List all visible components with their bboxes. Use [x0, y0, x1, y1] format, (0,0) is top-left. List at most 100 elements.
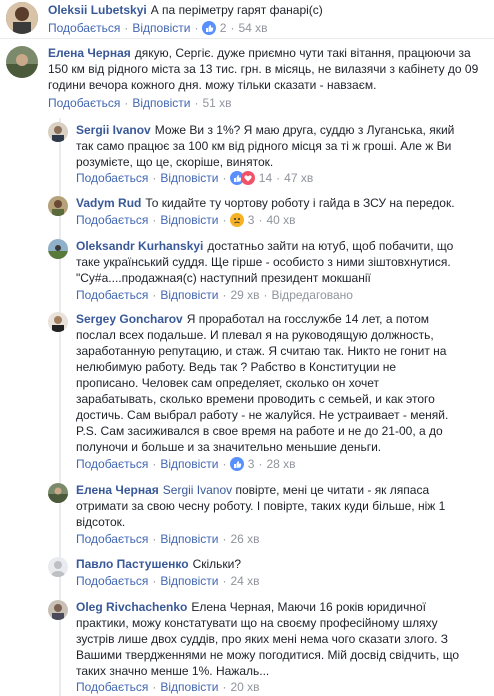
comment-actions: Подобається · Відповісти · 2 · 54 хв [48, 21, 268, 35]
like-button[interactable]: Подобається [76, 171, 148, 185]
reply-button[interactable]: Відповісти [160, 171, 218, 185]
reply-button[interactable]: Відповісти [160, 457, 218, 471]
comment-time[interactable]: 20 хв [230, 680, 259, 694]
comment-actions: Подобається · Відповісти · 26 хв [76, 532, 260, 546]
avatar[interactable] [48, 312, 68, 332]
comment-body: Oleksii Lubetskyi А па перiметру гарят фа… [48, 2, 488, 18]
reply-button[interactable]: Відповісти [160, 213, 218, 227]
avatar-image [48, 483, 68, 503]
like-button[interactable]: Подобається [76, 680, 148, 694]
comment-time[interactable]: 29 хв [230, 288, 259, 302]
comment-item: Oleksii Lubetskyi А па перiметру гарят фа… [0, 0, 494, 40]
comment-author[interactable]: Sergii Ivanov [76, 123, 151, 137]
avatar[interactable] [48, 557, 68, 577]
reply-item: Vadym Rud То кидайте ту чортову роботу і … [0, 192, 494, 230]
like-button[interactable]: Подобається [76, 288, 148, 302]
reactions-count: 3 [247, 457, 255, 471]
comment-actions: Подобається · Відповісти · 20 хв [76, 680, 260, 694]
comment-author[interactable]: Oleksii Lubetskyi [48, 3, 147, 17]
reactions-count: 3 [247, 213, 255, 227]
comment-body: Павло Пастушенко Скільки? [76, 556, 466, 572]
comment-actions: Подобається · Відповісти · 3 · 28 хв [76, 457, 296, 471]
avatar-image [48, 600, 68, 620]
comment-body: Vadym Rud То кидайте ту чортову роботу і … [76, 195, 476, 211]
comment-body: Oleg Rivchachenko Елена Черная, Маючи 16 … [76, 599, 462, 679]
comment-text: То кидайте ту чортову роботу і гайда в З… [145, 196, 455, 210]
comment-body: Sergey Goncharov Я проработал на госслужб… [76, 311, 454, 455]
comment-author[interactable]: Павло Пастушенко [76, 557, 189, 571]
comment-time[interactable]: 54 хв [238, 21, 267, 35]
reactions-badge[interactable]: 3 [230, 457, 254, 471]
comment-text: А па перiметру гарят фанарі(с) [150, 3, 323, 17]
avatar-image [6, 2, 38, 34]
comment-author[interactable]: Oleg Rivchachenko [76, 600, 187, 614]
reply-button[interactable]: Відповісти [160, 532, 218, 546]
reply-item: Oleg Rivchachenko Елена Черная, Маючи 16 … [0, 597, 494, 696]
like-button[interactable]: Подобається [48, 21, 120, 35]
comment-time[interactable]: 47 хв [284, 171, 313, 185]
reactions-badge[interactable]: 2 [202, 21, 226, 35]
reply-item: Sergii Ivanov Може Ви з 1%? Я маю друга, … [0, 118, 494, 190]
comment-text: Я проработал на госслужбе 14 лет, а пото… [76, 312, 449, 454]
comment-author[interactable]: Sergey Goncharov [76, 312, 183, 326]
reactions-badge[interactable]: 14 [230, 171, 272, 185]
like-button[interactable]: Подобається [76, 574, 148, 588]
avatar-image [48, 196, 68, 216]
reply-item: Oleksandr Kurhanskyi достатньо зайти на ю… [0, 236, 494, 304]
reactions-count: 2 [219, 21, 227, 35]
like-button[interactable]: Подобається [48, 96, 120, 110]
love-reaction-icon [241, 171, 256, 185]
comment-body: Oleksandr Kurhanskyi достатньо зайти на ю… [76, 238, 466, 286]
divider [0, 38, 494, 39]
reply-button[interactable]: Відповісти [132, 96, 190, 110]
comment-actions: Подобається · Відповісти · 3 · 40 хв [76, 213, 296, 227]
avatar-image [48, 557, 68, 577]
comment-actions: Подобається · Відповісти · 29 хв · Відредагова… [76, 288, 353, 302]
comment-actions: Подобається · Відповісти · 51 хв [48, 96, 232, 110]
comment-actions: Подобається · Відповісти · 24 хв [76, 574, 260, 588]
comment-author[interactable]: Елена Черная [76, 483, 159, 497]
comment-time[interactable]: 28 хв [266, 457, 295, 471]
comment-author[interactable]: Vadym Rud [76, 196, 141, 210]
avatar[interactable] [48, 483, 68, 503]
avatar[interactable] [48, 239, 68, 259]
comment-text: Скільки? [192, 557, 242, 571]
edited-label[interactable]: Відредаговано [272, 288, 353, 302]
reply-item: Павло Пастушенко Скільки? Подобається · Від… [0, 554, 494, 590]
reactions-count: 14 [258, 171, 273, 185]
comment-body: Елена Черная дякую, Сергіє. дуже приємно … [48, 45, 488, 93]
comment-time[interactable]: 26 хв [230, 532, 259, 546]
avatar-image [6, 46, 38, 78]
reply-item: Sergey Goncharov Я проработал на госслужб… [0, 309, 494, 473]
comment-time[interactable]: 40 хв [266, 213, 295, 227]
avatar[interactable] [48, 196, 68, 216]
reactions-badge[interactable]: 3 [230, 213, 254, 227]
avatar-image [48, 122, 68, 142]
like-button[interactable]: Подобається [76, 532, 148, 546]
reply-button[interactable]: Відповісти [160, 574, 218, 588]
avatar-image [48, 312, 68, 332]
like-button[interactable]: Подобається [76, 457, 148, 471]
comment-author[interactable]: Елена Черная [48, 46, 131, 60]
like-reaction-icon [230, 457, 245, 471]
reply-button[interactable]: Відповісти [132, 21, 190, 35]
reply-button[interactable]: Відповісти [160, 680, 218, 694]
comment-time[interactable]: 24 хв [230, 574, 259, 588]
reply-item: Елена Черная Sergii Ivanov повірте, мені … [0, 480, 494, 548]
like-reaction-icon [202, 21, 217, 35]
avatar[interactable] [6, 46, 38, 78]
like-button[interactable]: Подобається [76, 213, 148, 227]
comment-body: Sergii Ivanov Може Ви з 1%? Я маю друга, … [76, 122, 466, 170]
avatar[interactable] [6, 2, 38, 34]
avatar[interactable] [48, 600, 68, 620]
comment-time[interactable]: 51 хв [202, 96, 231, 110]
comment-item: Елена Черная дякую, Сергіє. дуже приємно … [0, 40, 494, 114]
avatar-image [48, 239, 68, 259]
angry-reaction-icon [230, 213, 245, 227]
reply-button[interactable]: Відповісти [160, 288, 218, 302]
comment-actions: Подобається · Відповісти · 14 · 47 хв [76, 171, 314, 185]
mention-link[interactable]: Sergii Ivanov [163, 483, 232, 497]
avatar[interactable] [48, 122, 68, 142]
comment-body: Елена Черная Sergii Ivanov повірте, мені … [76, 482, 456, 530]
comment-author[interactable]: Oleksandr Kurhanskyi [76, 239, 203, 253]
